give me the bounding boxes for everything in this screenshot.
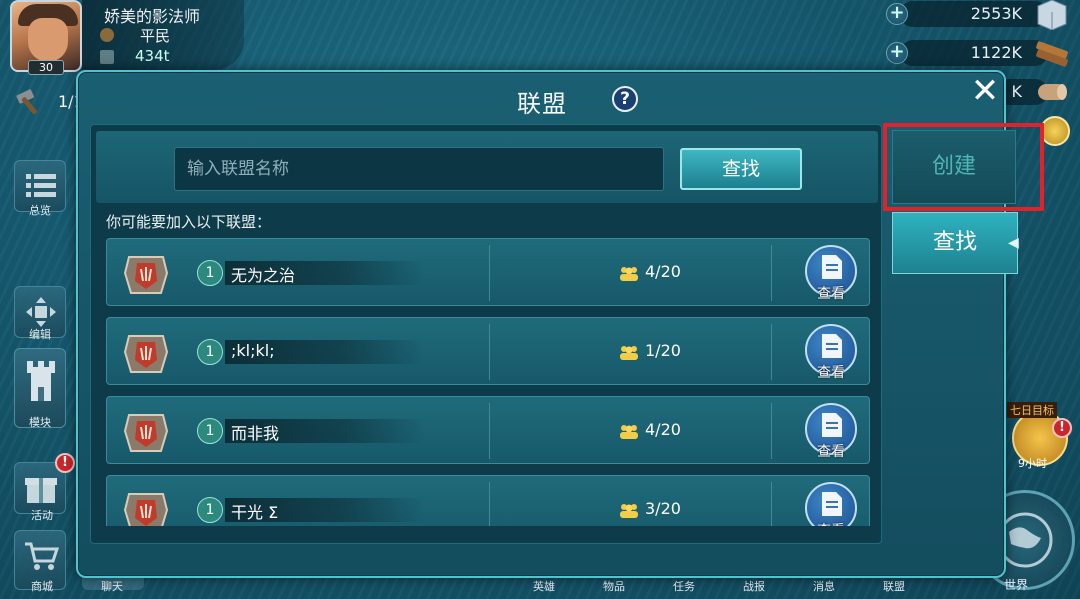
members-icon (620, 346, 638, 360)
overview-label: 总览 (29, 204, 51, 217)
view-label: 查看 (807, 520, 855, 526)
document-icon (822, 492, 842, 516)
events-alert-badge: ! (55, 453, 75, 473)
seven-day-alert-badge: ! (1052, 418, 1072, 438)
player-rank: 平民 (140, 27, 171, 45)
world-label: 世界 (1004, 578, 1029, 592)
view-label: 查看 (817, 365, 845, 381)
document-icon (822, 413, 842, 437)
alliance-level-badge: 1 (197, 339, 223, 365)
alliance-search-input[interactable] (174, 147, 664, 191)
rank-icon (100, 28, 114, 42)
player-power: 434t (135, 47, 170, 65)
gold-coin-icon (1040, 116, 1070, 146)
alliance-name: 无为之治 (231, 266, 296, 285)
members-icon (620, 425, 638, 439)
members-icon (620, 504, 638, 518)
alliance-members: 4/20 (645, 420, 681, 439)
document-icon (822, 334, 842, 358)
suggestion-hint: 你可能要加入以下联盟： (106, 213, 272, 231)
wood-value: 1122K (970, 43, 1022, 62)
alliance-row[interactable]: 1 无为之治 4/20 查看 (106, 238, 870, 306)
alliance-level-badge: 1 (197, 260, 223, 286)
seven-day-timer: 9小时 (1018, 457, 1047, 470)
document-icon (822, 255, 842, 279)
player-name: 娇美的影法师 (104, 7, 201, 26)
events-label: 活动 (31, 509, 53, 522)
wood-planks-icon (1036, 41, 1068, 67)
resource-food: + 2553K (886, 1, 1048, 27)
alliance-emblem-icon (123, 493, 169, 526)
resource-wood: + 1122K (886, 40, 1048, 66)
list-icon (26, 174, 56, 197)
help-button[interactable]: ? (612, 86, 638, 112)
alliance-name: 干光 Σ (231, 503, 279, 522)
seven-day-label: 七日目标 (1007, 402, 1057, 418)
hammer-icon (16, 89, 37, 115)
alliance-members: 1/20 (645, 341, 681, 360)
chat-label: 聊天 (101, 580, 123, 593)
food-value: 2553K (970, 4, 1022, 23)
log-icon (1038, 84, 1067, 100)
move-icon (26, 297, 56, 327)
cart-icon (25, 542, 60, 570)
alliance-emblem-icon (123, 414, 169, 452)
gift-icon (25, 478, 57, 503)
alliance-level-badge: 1 (197, 497, 223, 523)
members-icon (620, 267, 638, 281)
alliance-level-badge: 1 (197, 418, 223, 444)
edit-label: 编辑 (29, 328, 51, 341)
alliance-name: ;kl;kl; (231, 341, 275, 360)
alliance-emblem-icon (123, 256, 169, 294)
tower-icon (27, 361, 55, 401)
shop-label: 商城 (31, 580, 53, 593)
alliance-members: 3/20 (645, 499, 681, 518)
dialog-title: 联盟 (517, 90, 567, 118)
view-label: 查看 (817, 444, 845, 460)
module-label: 模块 (29, 416, 51, 429)
alliance-row[interactable]: 1 而非我 4/20 查看 (106, 396, 870, 464)
alliance-row[interactable]: 1 干光 Σ 3/20 查看 (106, 475, 870, 526)
alliance-list[interactable]: 1 无为之治 4/20 查看 1 ;kl;kl; 1/20 查看 1 而非我 4… (96, 234, 878, 526)
chevron-left-icon: ◀ (1008, 235, 1019, 251)
power-icon (100, 50, 114, 64)
create-tab-highlight (883, 123, 1044, 211)
close-button[interactable]: ✕ (970, 74, 1000, 108)
crate-icon (1037, 0, 1067, 30)
add-food-button[interactable]: + (886, 3, 908, 25)
alliance-name: 而非我 (231, 424, 280, 443)
tab-search[interactable]: 查找 (892, 212, 1018, 274)
alliance-emblem-icon (123, 335, 169, 373)
player-level-badge: 30 (28, 60, 64, 75)
view-label: 查看 (817, 286, 845, 302)
add-wood-button[interactable]: + (886, 42, 908, 64)
alliance-row[interactable]: 1 ;kl;kl; 1/20 查看 (106, 317, 870, 385)
search-button[interactable]: 查找 (680, 148, 802, 190)
alliance-members: 4/20 (645, 262, 681, 281)
